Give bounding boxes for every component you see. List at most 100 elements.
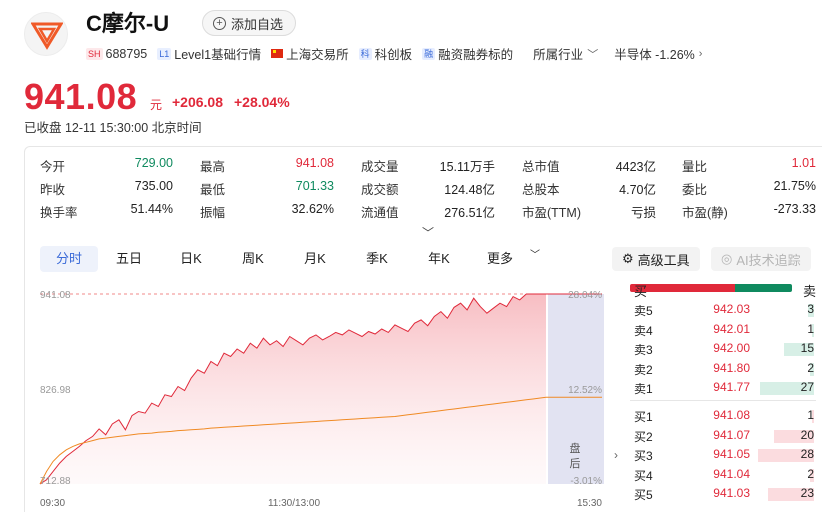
margin-badge: 融 [422,47,436,60]
industry-label: 所属行业 [533,48,584,62]
china-flag-icon [271,49,284,58]
bid-row[interactable]: 买4 941.04 2 [622,465,820,484]
ask-row[interactable]: 卖4 942.01 1 [622,320,820,339]
plus-circle-icon: + [213,16,226,30]
level-volume: 20 [800,427,814,442]
level-volume: 28 [800,447,814,461]
stat-label: 量比 [682,160,708,174]
level-volume: 15 [800,341,814,355]
ai-tracking-button[interactable]: ◎ AI技术追踪 [711,247,811,271]
bid-row[interactable]: 买1 941.08 1 [622,406,820,425]
stats-row: 今开 729.00 最高 941.08 成交量 15.11万手 总市值 4423亿 量比 1.01 [40,156,820,176]
level-name: 卖2 [634,362,653,377]
stat-item: 换手率 51.44% [40,202,173,221]
stat-label: 振幅 [200,206,226,220]
margin-label: 融资融券标的 [438,48,514,62]
stat-label: 最低 [200,183,226,197]
stat-label: 委比 [682,183,708,197]
ask-row[interactable]: 卖2 941.80 2 [622,359,820,378]
level-price: 942.03 [713,302,750,316]
tab-4[interactable]: 月K [284,246,346,272]
level-name: 卖5 [634,304,653,318]
stat-item: 最高 941.08 [200,156,334,175]
y-label-left: 712.88 [40,476,71,487]
add-watchlist-button[interactable]: + 添加自选 [202,10,297,36]
bid-row[interactable]: 买5 941.03 23 [622,484,820,503]
stats-row: 昨收 735.00 最低 701.33 成交额 124.48亿 总股本 4.70亿 委比 21.7… [40,179,820,199]
stat-value: 124.48亿 [444,183,495,197]
y-label-left: 941.08 [40,290,71,301]
x-label: 15:30 [577,498,602,509]
price-change-pct: +28.04% [234,94,290,110]
ai-tracking-label: AI技术追踪 [736,252,801,268]
ask-row[interactable]: 卖1 941.77 27 [622,378,820,397]
company-logo [24,12,68,56]
after-hours-label: 盘 [570,441,581,455]
tab-6[interactable]: 年K [408,246,470,272]
y-label-right: 28.04% [568,290,602,301]
intraday-chart[interactable]: 941.08 826.98 712.88 28.04% 12.52% -3.01% 09:3… [36,284,606,512]
level-name: 买1 [634,410,653,424]
stat-item: 最低 701.33 [200,179,334,198]
stat-value: 亏损 [630,206,656,220]
y-label-right: -3.01% [570,476,602,487]
sector-link[interactable]: 半导体 -1.26% › [614,44,702,63]
tab-3[interactable]: 周K [222,246,284,272]
stat-value: 51.44% [130,202,173,216]
stat-item: 总市值 4423亿 [522,156,656,175]
level1-tag[interactable]: L1 Level1基础行情 [157,44,261,63]
period-tabs: 分时 五日 日K 周K 月K 季K 年K 更多 ﹀ [40,246,540,272]
stat-label: 成交量 [361,160,399,174]
margin-tag[interactable]: 融 融资融券标的 [422,44,513,63]
book-divider [630,400,816,401]
level-price: 941.80 [713,360,750,375]
stat-value: 735.00 [134,179,173,193]
stat-value: -273.33 [773,202,816,216]
level-price: 941.77 [713,380,750,394]
stat-item: 委比 21.75% [682,179,816,198]
stat-label: 总股本 [522,183,560,197]
ask-row[interactable]: 卖3 942.00 15 [622,339,820,358]
bid-row[interactable]: 买2 941.07 20 [622,426,820,445]
level-price: 941.07 [713,427,750,442]
stat-value: 1.01 [791,156,816,170]
level-name: 买2 [634,429,653,444]
stat-label: 今开 [40,160,66,174]
industry-dropdown[interactable]: 所属行业 ﹀ [533,44,598,63]
level-name: 买3 [634,449,653,463]
stat-item: 成交量 15.11万手 [361,156,495,175]
stat-value: 15.11万手 [439,160,495,174]
bid-row[interactable]: 买3 941.05 28 [622,445,820,464]
level-price: 941.08 [713,408,750,422]
advanced-tools-button[interactable]: ⚙ 高级工具 [612,247,700,271]
stat-label: 流通值 [361,206,399,220]
stat-value: 4.70亿 [619,183,656,197]
stat-value: 32.62% [291,202,334,216]
chevron-right-icon[interactable]: › [614,448,618,462]
board-tag[interactable]: 科 科创板 [358,44,412,63]
x-label: 11:30/13:00 [268,498,321,509]
level-volume: 1 [807,321,814,336]
exchange-badge: SH [86,47,103,60]
tab-5[interactable]: 季K [346,246,408,272]
stat-item: 量比 1.01 [682,156,816,175]
stat-label: 换手率 [40,206,78,220]
tab-7[interactable]: 更多 [470,246,530,272]
level-name: 买4 [634,468,653,483]
level-name: 卖4 [634,323,653,338]
ask-row[interactable]: 卖5 942.03 3 [622,300,820,319]
expand-stats-chevron-icon[interactable]: ﹀ [422,224,434,241]
level-price: 942.01 [713,321,750,336]
ai-icon: ◎ [721,251,733,266]
tab-2[interactable]: 日K [160,246,222,272]
stat-item: 流通值 276.51亿 [361,202,495,221]
stock-code: 688795 [105,46,148,61]
price-area [40,294,546,484]
market-status: 已收盘 12-11 15:30:00 北京时间 [24,121,202,135]
tab-1[interactable]: 五日 [98,246,160,272]
market-tag[interactable]: 上海交易所 [271,44,349,63]
stat-label: 成交额 [361,183,399,197]
level-badge: L1 [157,47,172,60]
stat-value: 276.51亿 [444,206,495,220]
tab-0[interactable]: 分时 [40,246,98,272]
